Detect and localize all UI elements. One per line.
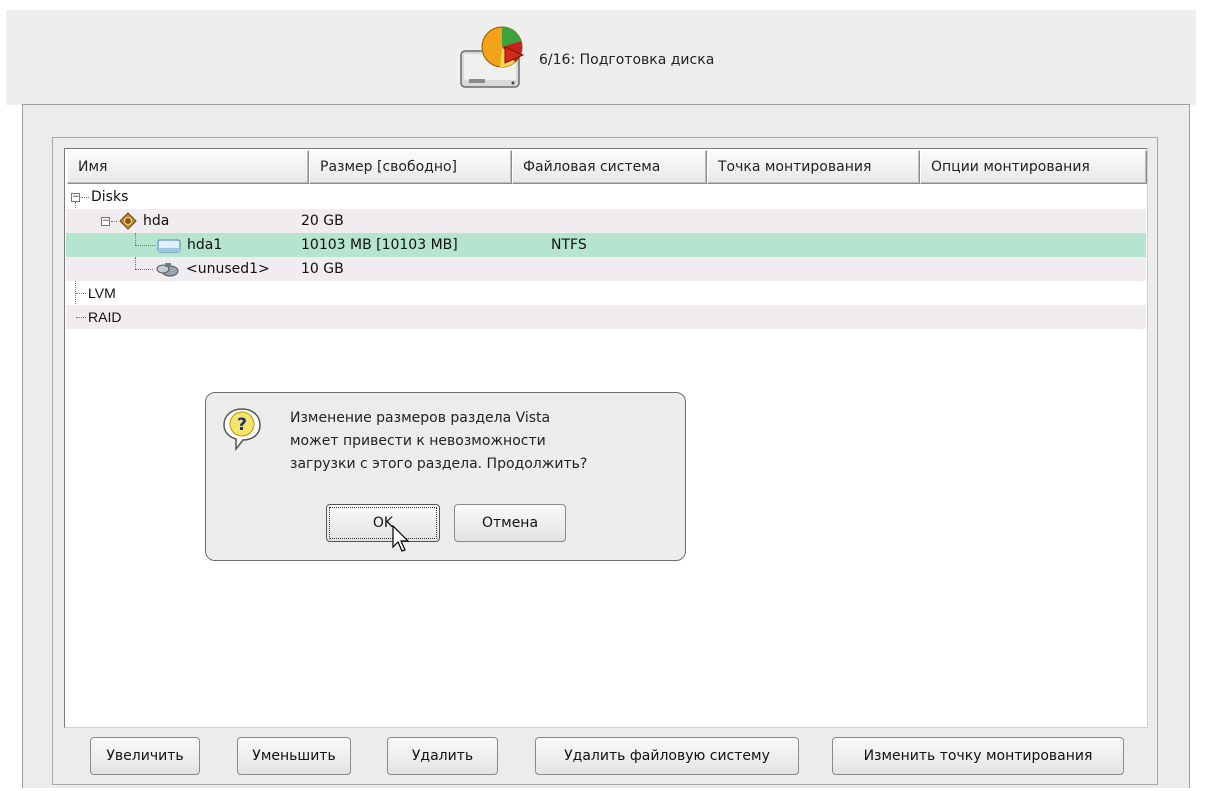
tree-row-unused1[interactable]: <unused1> 10 GB bbox=[66, 257, 1146, 281]
collapse-icon[interactable]: − bbox=[101, 217, 110, 226]
cancel-button[interactable]: Отмена bbox=[454, 504, 566, 542]
size-cell: 10 GB bbox=[301, 261, 344, 277]
delete-button[interactable]: Удалить bbox=[387, 737, 498, 775]
page-header: 6/16: Подготовка диска bbox=[455, 25, 714, 95]
column-header-size[interactable]: Размер [свободно] bbox=[309, 150, 512, 184]
dialog-message: Изменение размеров раздела Vista может п… bbox=[290, 407, 680, 476]
dialog-message-line: может привести к невозможности bbox=[290, 433, 546, 449]
confirm-dialog: ? Изменение размеров раздела Vista может… bbox=[205, 392, 686, 561]
ok-button[interactable]: OK bbox=[326, 504, 440, 542]
page-title: 6/16: Подготовка диска bbox=[539, 52, 715, 68]
partition-icon bbox=[157, 237, 181, 253]
free-space-icon bbox=[155, 260, 179, 278]
mouse-pointer-icon bbox=[392, 524, 412, 557]
column-header-mount-point[interactable]: Точка монтирования bbox=[707, 150, 920, 184]
grow-button[interactable]: Увеличить bbox=[90, 737, 200, 775]
column-header-mount-options[interactable]: Опции монтирования bbox=[920, 150, 1147, 184]
tree-label: hda bbox=[143, 213, 170, 229]
column-header-name[interactable]: Имя bbox=[67, 150, 309, 184]
size-cell: 10103 MB [10103 MB] bbox=[301, 237, 458, 253]
dialog-message-line: Изменение размеров раздела Vista bbox=[290, 410, 551, 426]
tree-label: hda1 bbox=[187, 237, 223, 253]
tree-row-hda1[interactable]: hda1 10103 MB [10103 MB] NTFS bbox=[66, 233, 1146, 257]
tree-label: RAID bbox=[88, 309, 122, 325]
tree-label: LVM bbox=[88, 285, 116, 301]
disk-pie-icon bbox=[455, 23, 529, 97]
tree-row-disks[interactable]: − Disks bbox=[66, 185, 1146, 209]
column-header-row: Имя Размер [свободно] Файловая система Т… bbox=[67, 150, 1147, 184]
svg-text:?: ? bbox=[237, 415, 247, 435]
collapse-icon[interactable]: − bbox=[71, 193, 80, 202]
filesystem-cell: NTFS bbox=[551, 237, 587, 253]
hard-disk-icon bbox=[119, 212, 137, 230]
tree-row-hda[interactable]: − hda 20 GB bbox=[66, 209, 1146, 233]
change-mount-point-button[interactable]: Изменить точку монтирования bbox=[832, 737, 1124, 775]
delete-filesystem-button[interactable]: Удалить файловую систему bbox=[535, 737, 799, 775]
tree-row-lvm[interactable]: LVM bbox=[66, 281, 1146, 305]
size-cell: 20 GB bbox=[301, 213, 344, 229]
question-icon: ? bbox=[222, 407, 262, 455]
shrink-button[interactable]: Уменьшить bbox=[237, 737, 351, 775]
tree-row-raid[interactable]: RAID bbox=[66, 305, 1146, 329]
tree-label: Disks bbox=[91, 189, 129, 205]
column-header-filesystem[interactable]: Файловая система bbox=[512, 150, 707, 184]
tree-label: <unused1> bbox=[186, 261, 270, 277]
dialog-message-line: загрузки с этого раздела. Продолжить? bbox=[290, 456, 588, 472]
